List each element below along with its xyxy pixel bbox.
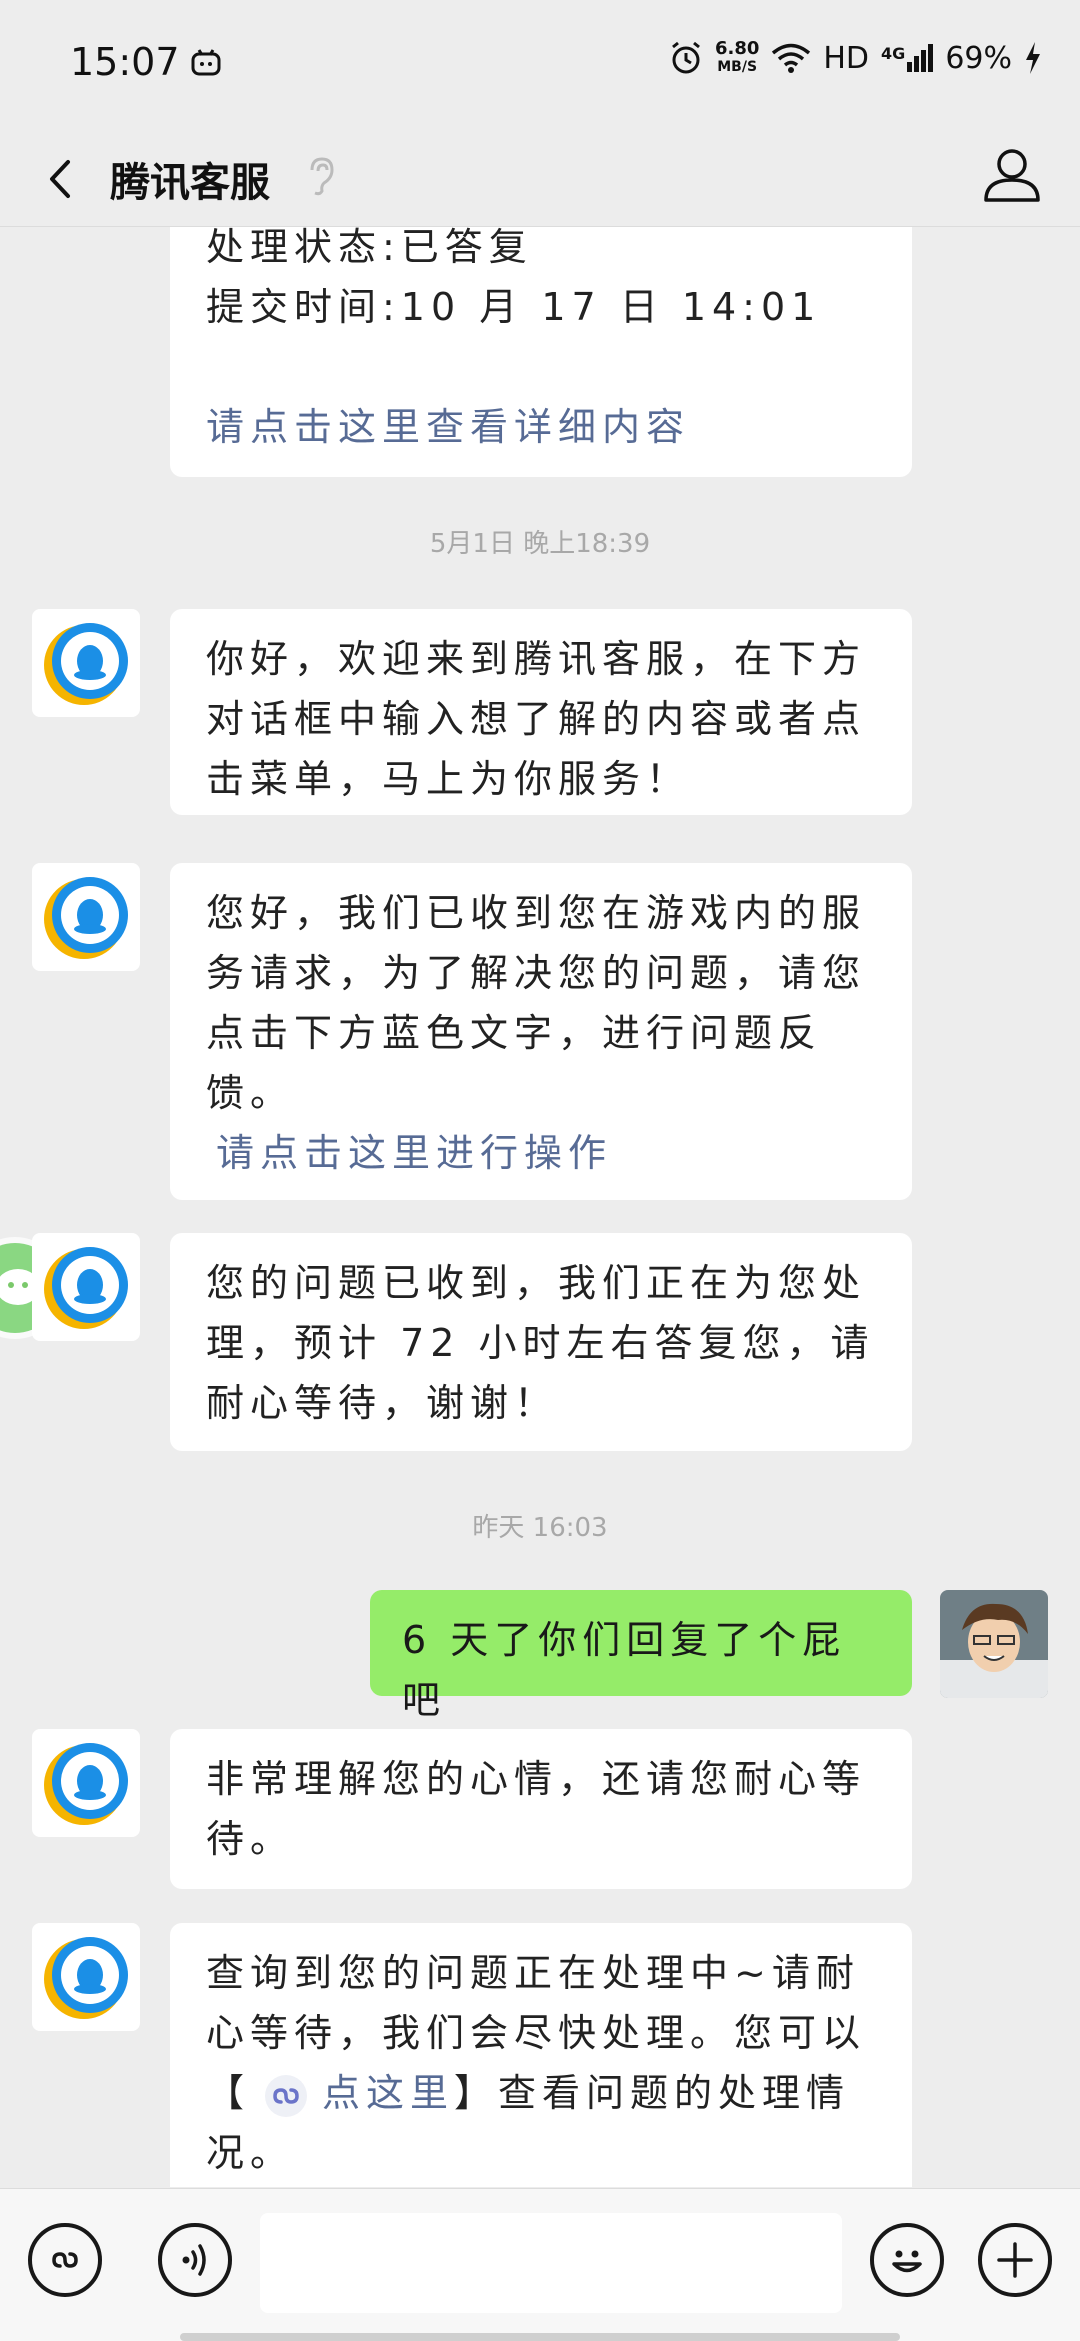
message-text: 6 天了你们回复了个屁吧 [402, 1618, 847, 1722]
timestamp: 昨天 16:03 [472, 1513, 608, 1543]
service-avatar[interactable] [32, 1729, 140, 1837]
network-type: 4G [881, 44, 906, 63]
battery-percent: 69% [945, 40, 1012, 76]
submit-time-line: 提交时间:10 月 17 日 14:01 [206, 285, 822, 329]
status-time: 15:07 [70, 40, 180, 84]
signal-icon: 4G [881, 44, 934, 72]
operate-link[interactable]: 请点击这里进行操作 [206, 1123, 876, 1183]
qq-service-logo-icon [44, 877, 128, 959]
my-avatar[interactable] [940, 1590, 1048, 1698]
message-text: 您的问题已收到，我们正在为您处理，预计 72 小时左右答复您，请耐心等待，谢谢！ [206, 1261, 875, 1425]
message-bubble-received: 您的问题已收到，我们正在为您处理，预计 72 小时左右答复您，请耐心等待，谢谢！ [170, 1233, 912, 1451]
mini-program-link[interactable]: 点这里 [250, 2071, 454, 2117]
input-toolbar [0, 2188, 1080, 2341]
timestamp: 5月1日 晚上18:39 [429, 529, 651, 559]
alarm-icon [672, 41, 700, 74]
message-bubble-understand: 非常理解您的心情，还请您耐心等待。 [170, 1729, 912, 1889]
ear-icon [310, 157, 334, 196]
mini-program-icon [52, 2252, 78, 2268]
message-input[interactable] [260, 2213, 842, 2313]
voice-icon [182, 2244, 206, 2276]
qq-service-logo-icon [44, 1937, 128, 2019]
view-details-link[interactable]: 请点击这里查看详细内容 [206, 397, 876, 457]
message-bubble-request: 您好，我们已收到您在游戏内的服务请求，为了解决您的问题，请您点击下方蓝色文字，进… [170, 863, 912, 1200]
mini-program-link-icon [265, 2074, 308, 2117]
chat-title: 腾讯客服 [110, 160, 270, 206]
status-line: 处理状态:已答复 [206, 227, 533, 269]
status-indicators: 6.80 MB/S HD 4G 69% [669, 40, 1042, 76]
click-here-link-text[interactable]: 点这里 [322, 2071, 454, 2115]
message-text: 您好，我们已收到您在游戏内的服务请求，为了解决您的问题，请您点击下方蓝色文字，进… [206, 891, 867, 1115]
back-icon[interactable] [36, 142, 96, 212]
qq-service-logo-icon [44, 623, 128, 705]
service-avatar[interactable] [32, 863, 140, 971]
network-speed: 6.80 MB/S [715, 40, 759, 76]
mini-program-button[interactable] [28, 2223, 102, 2297]
charging-icon [1026, 42, 1040, 74]
message-bubble-processing: 查询到您的问题正在处理中~请耐心等待，我们会尽快处理。您可以【 点这里】查看问题的… [170, 1923, 912, 2187]
emoji-icon [892, 2250, 922, 2273]
wifi-icon [772, 43, 811, 73]
service-avatar[interactable] [32, 1923, 140, 2031]
chat-messages[interactable]: 处理状态:已答复 提交时间:10 月 17 日 14:01 请点击这里查看详细内… [0, 227, 1080, 2187]
service-avatar[interactable] [32, 1233, 140, 1341]
chat-header: 腾讯客服 [0, 130, 1080, 227]
speed-unit: MB/S [717, 59, 758, 75]
app-notification-icon [191, 49, 221, 76]
message-bubble-status: 处理状态:已答复 提交时间:10 月 17 日 14:01 请点击这里查看详细内… [170, 227, 912, 477]
my-message-bubble: 6 天了你们回复了个屁吧 [370, 1590, 912, 1722]
qq-service-logo-icon [44, 1247, 128, 1329]
message-text: 你好，欢迎来到腾讯客服，在下方对话框中输入想了解的内容或者点击菜单，马上为你服务… [206, 637, 867, 801]
profile-icon[interactable] [976, 138, 1048, 210]
qq-service-logo-icon [44, 1743, 128, 1825]
voice-button[interactable] [158, 2223, 232, 2297]
hd-label: HD [823, 40, 870, 76]
emoji-button[interactable] [870, 2223, 944, 2297]
more-button[interactable] [978, 2223, 1052, 2297]
user-avatar-image [940, 1590, 1048, 1698]
service-avatar[interactable] [32, 609, 140, 717]
message-bubble-welcome: 你好，欢迎来到腾讯客服，在下方对话框中输入想了解的内容或者点击菜单，马上为你服务… [170, 609, 912, 815]
message-text: 非常理解您的心情，还请您耐心等待。 [206, 1757, 867, 1861]
message-text: 查询到您的问题正在处理中~请耐心等待，我们会尽快处理。您可以【 点这里】查看问题的… [206, 1943, 876, 2183]
plus-icon [997, 2242, 1033, 2278]
status-bar: 15:07 6.80 MB/S HD 4G 69% [0, 0, 1080, 130]
speed-value: 6.80 [714, 38, 760, 59]
